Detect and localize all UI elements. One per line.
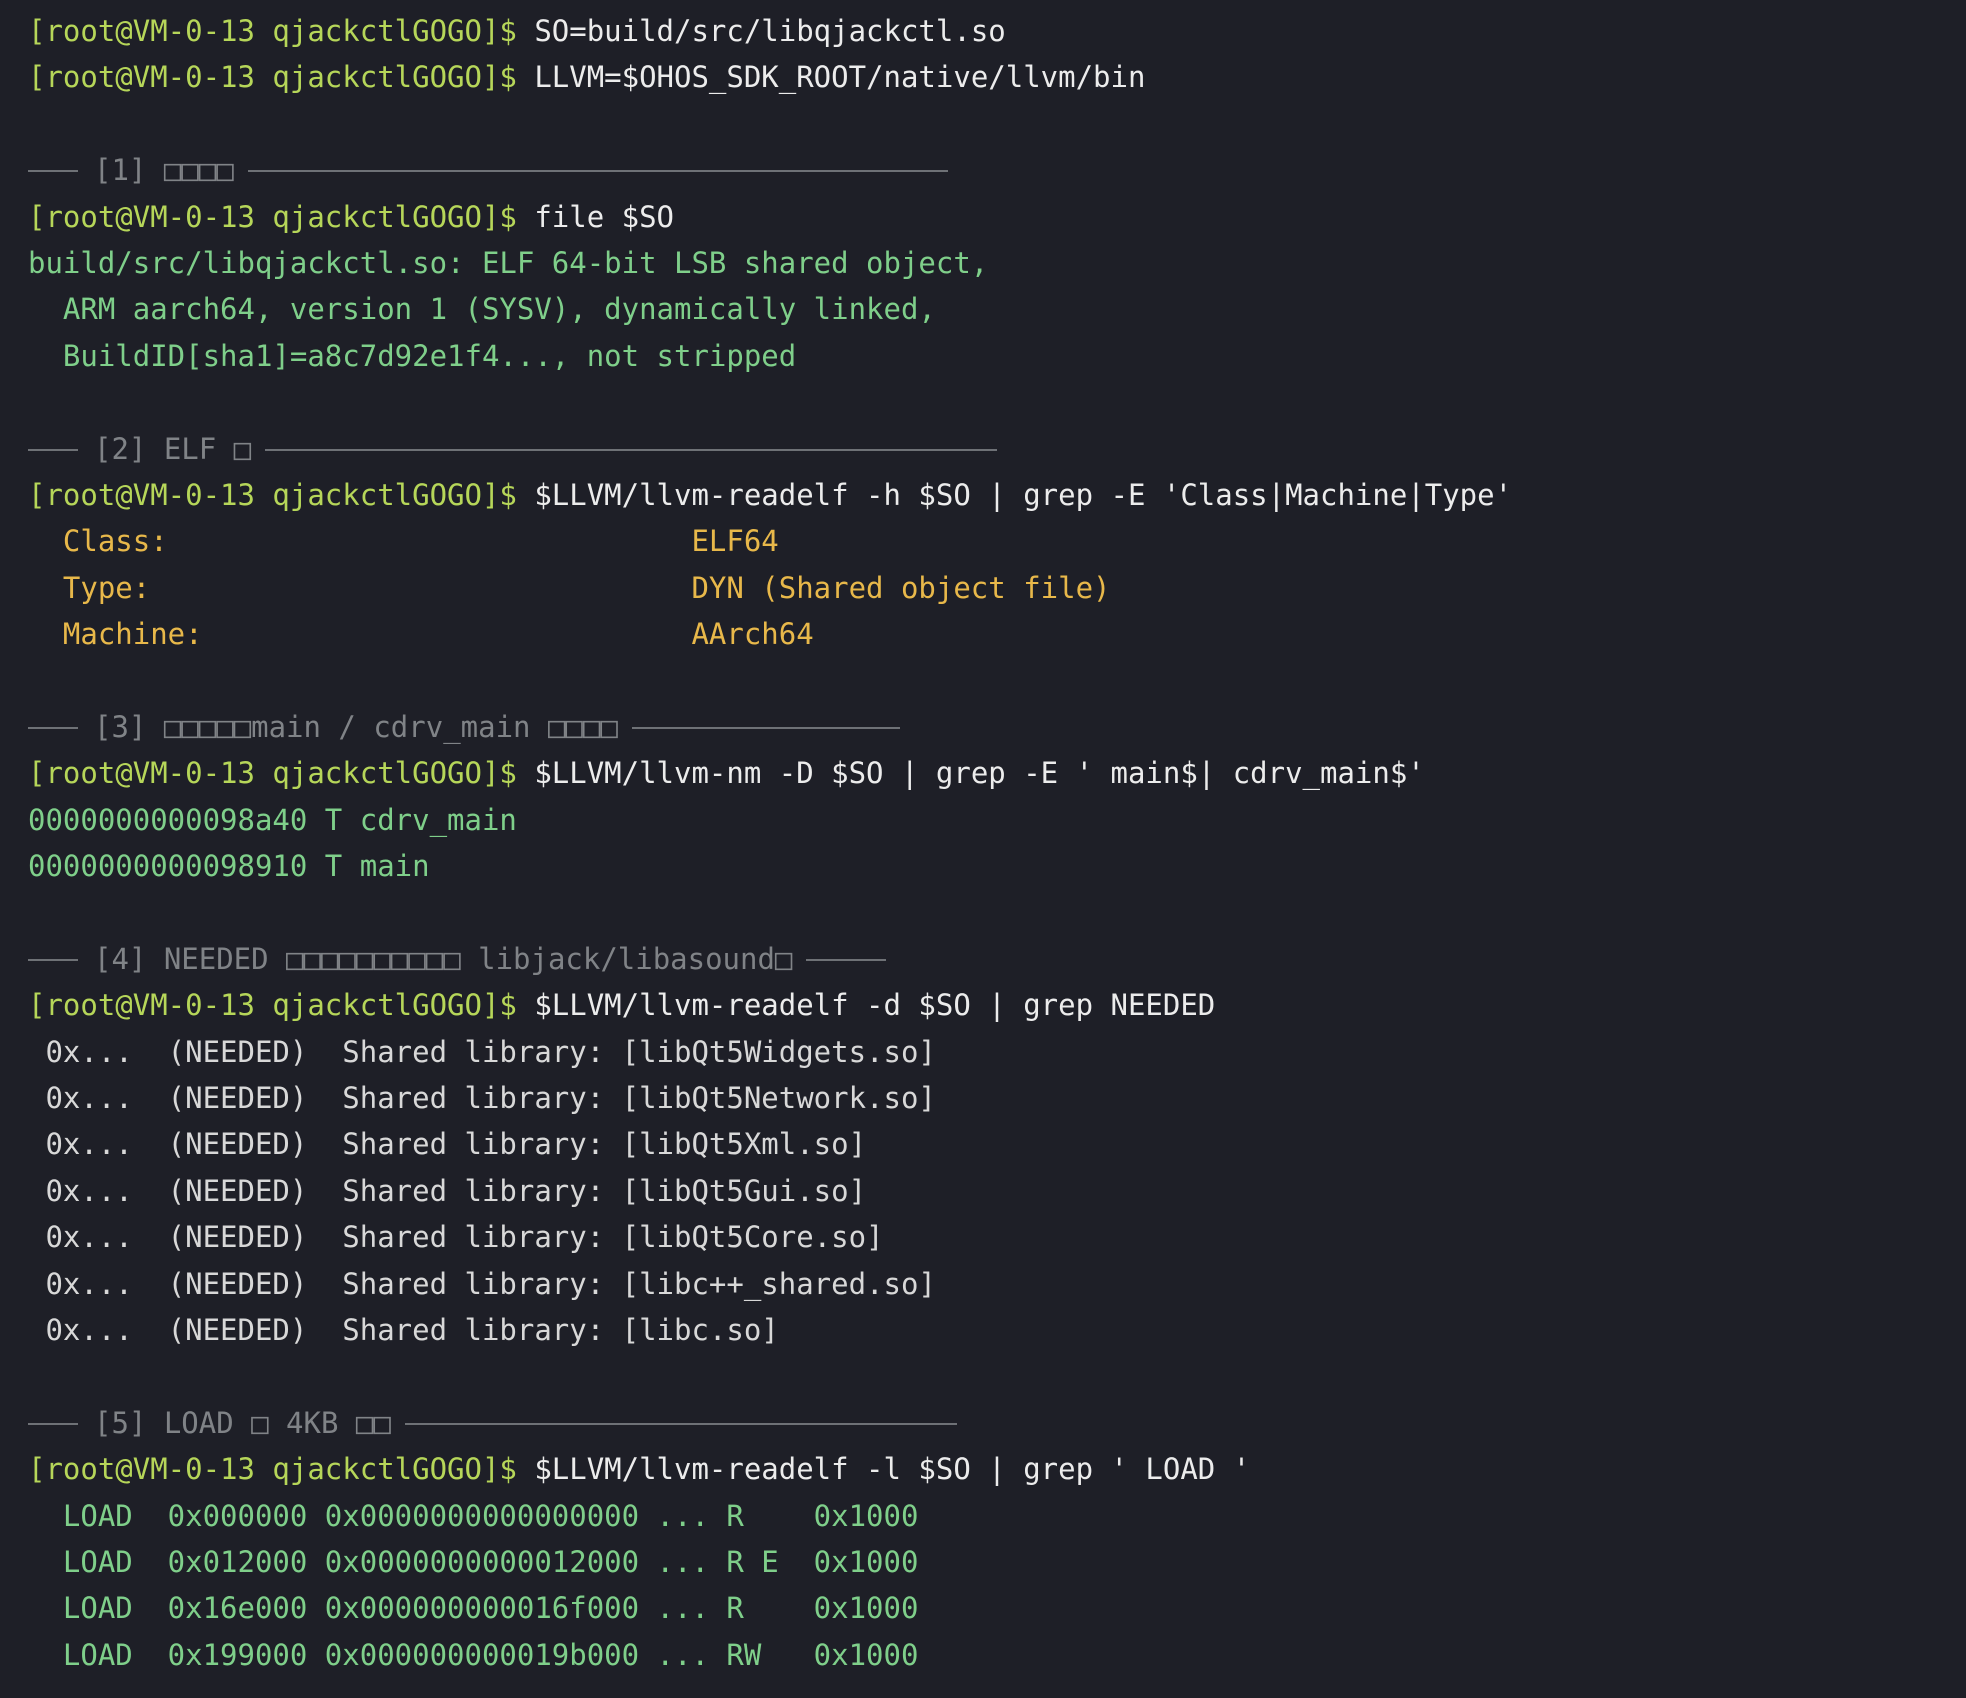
output-line: 0x... (NEEDED) Shared library: [libQt5Ne…: [28, 1080, 936, 1115]
output-line: LOAD 0x012000 0x0000000000012000 ... R E…: [28, 1544, 919, 1579]
section-label: [1] □□□□: [94, 153, 234, 188]
command-line: [root@VM-0-13 qjackctlGOGO]$ file $SO: [28, 194, 1966, 240]
section-label: [4] NEEDED □□□□□□□□□□ libjack/libasound□: [94, 941, 793, 976]
command-text: $LLVM/llvm-readelf -h $SO | grep -E 'Cla…: [534, 477, 1513, 512]
command-line: [root@VM-0-13 qjackctlGOGO]$ $LLVM/llvm-…: [28, 982, 1966, 1028]
shell-prompt: [root@VM-0-13 qjackctlGOGO]$: [28, 477, 535, 512]
output-line: 0x... (NEEDED) Shared library: [libQt5Co…: [28, 1220, 884, 1255]
divider-rule: [28, 448, 78, 451]
output-line: 0x... (NEEDED) Shared library: [libc.so]: [28, 1312, 779, 1347]
command-text: file $SO: [534, 199, 675, 234]
shell-prompt: [root@VM-0-13 qjackctlGOGO]$: [28, 199, 535, 234]
command-line: [root@VM-0-13 qjackctlGOGO]$ $LLVM/llvm-…: [28, 750, 1966, 796]
divider-rule: [806, 959, 887, 961]
section-divider: [2] ELF □: [28, 426, 1966, 472]
shell-prompt: [root@VM-0-13 qjackctlGOGO]$: [28, 14, 535, 48]
shell-prompt: [root@VM-0-13 qjackctlGOGO]$: [28, 1452, 535, 1487]
output-line: Type: DYN (Shared object file): [28, 570, 1111, 605]
divider-rule: [404, 1422, 957, 1425]
command-line: [root@VM-0-13 qjackctlGOGO]$ $LLVM/llvm-…: [28, 1446, 1966, 1492]
output-line: BuildID[sha1]=a8c7d92e1f4..., not stripp…: [28, 338, 797, 373]
command-line: [root@VM-0-13 qjackctlGOGO]$ SO=build/sr…: [28, 8, 1966, 54]
output-line: 0x... (NEEDED) Shared library: [libc++_s…: [28, 1266, 936, 1301]
output-line: ARM aarch64, version 1 (SYSV), dynamical…: [28, 292, 936, 327]
section-divider: [3] □□□□□main / cdrv_main □□□□: [28, 704, 1966, 750]
output-line: 0x... (NEEDED) Shared library: [libQt5Xm…: [28, 1127, 867, 1162]
divider-rule: [265, 448, 998, 451]
output-line: 0000000000098a40 T cdrv_main: [28, 802, 517, 837]
command-text: SO=build/src/libqjackctl.so: [534, 14, 1006, 48]
output-line: build/src/libqjackctl.so: ELF 64-bit LSB…: [28, 245, 989, 280]
divider-rule: [28, 959, 78, 961]
divider-rule: [247, 170, 948, 173]
divider-rule: [28, 727, 78, 730]
command-line: [root@VM-0-13 qjackctlGOGO]$ LLVM=$OHOS_…: [28, 54, 1966, 100]
section-label: [5] LOAD □ 4KB □□: [94, 1405, 391, 1440]
command-text: LLVM=$OHOS_SDK_ROOT/native/llvm/bin: [534, 60, 1146, 95]
output-line: LOAD 0x16e000 0x000000000016f000 ... R 0…: [28, 1591, 919, 1626]
command-text: $LLVM/llvm-readelf -l $SO | grep ' LOAD …: [534, 1452, 1251, 1487]
shell-prompt: [root@VM-0-13 qjackctlGOGO]$: [28, 756, 535, 791]
output-line: Machine: AArch64: [28, 617, 814, 652]
shell-prompt: [root@VM-0-13 qjackctlGOGO]$: [28, 60, 535, 95]
section-divider: [5] LOAD □ 4KB □□: [28, 1400, 1966, 1446]
divider-rule: [631, 727, 900, 730]
divider-rule: [28, 170, 78, 173]
section-label: [3] □□□□□main / cdrv_main □□□□: [94, 709, 618, 744]
command-line: [root@VM-0-13 qjackctlGOGO]$ $LLVM/llvm-…: [28, 472, 1966, 518]
command-text: $LLVM/llvm-readelf -d $SO | grep NEEDED: [534, 988, 1216, 1023]
output-line: Class: ELF64: [28, 524, 779, 559]
section-label: [2] ELF □: [94, 431, 252, 466]
divider-rule: [28, 1422, 78, 1425]
output-line: LOAD 0x000000 0x0000000000000000 ... R 0…: [28, 1498, 919, 1533]
section-divider: [4] NEEDED □□□□□□□□□□ libjack/libasound□: [28, 936, 1966, 982]
section-divider: [1] □□□□: [28, 147, 1966, 193]
command-text: $LLVM/llvm-nm -D $SO | grep -E ' main$| …: [534, 756, 1425, 791]
output-line: LOAD 0x199000 0x000000000019b000 ... RW …: [28, 1637, 919, 1672]
output-line: 0000000000098910 T main: [28, 849, 430, 884]
shell-prompt: [root@VM-0-13 qjackctlGOGO]$: [28, 988, 535, 1023]
output-line: 0x... (NEEDED) Shared library: [libQt5Wi…: [28, 1034, 936, 1069]
output-line: 0x... (NEEDED) Shared library: [libQt5Gu…: [28, 1173, 867, 1208]
terminal-window[interactable]: [root@VM-0-13 qjackctlGOGO]$ SO=build/sr…: [0, 0, 1966, 1698]
